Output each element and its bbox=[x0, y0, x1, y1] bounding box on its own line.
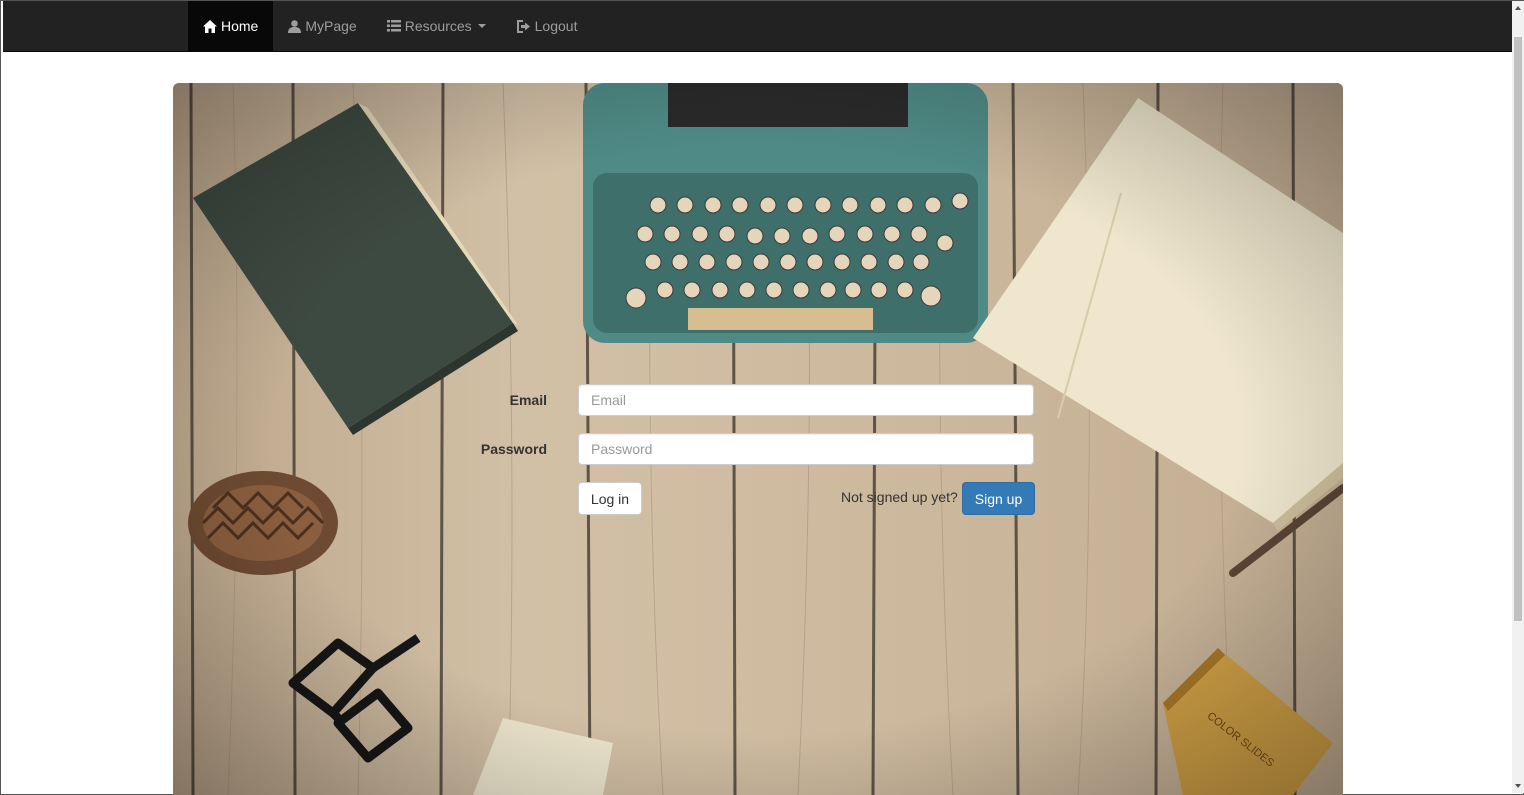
logout-icon bbox=[516, 19, 530, 33]
nav-label-home: Home bbox=[221, 18, 259, 34]
email-field[interactable] bbox=[578, 384, 1034, 416]
scroll-up-arrow-icon[interactable] bbox=[1512, 1, 1524, 15]
nav-item-resources[interactable]: Resources bbox=[372, 1, 501, 51]
scrollbar-thumb[interactable] bbox=[1514, 37, 1522, 621]
home-icon bbox=[203, 19, 217, 33]
nav-label-mypage: MyPage bbox=[305, 18, 357, 34]
chevron-down-icon bbox=[477, 24, 486, 28]
nav-item-logout[interactable]: Logout bbox=[501, 1, 593, 51]
email-label: Email bbox=[509, 392, 547, 408]
top-navbar: Home MyPage Resources Logout bbox=[3, 1, 1512, 52]
password-field[interactable] bbox=[578, 433, 1034, 465]
login-button[interactable]: Log in bbox=[578, 482, 642, 515]
nav-label-logout: Logout bbox=[534, 18, 578, 34]
password-label: Password bbox=[480, 441, 547, 457]
list-icon bbox=[386, 20, 401, 32]
nav-label-resources: Resources bbox=[404, 18, 472, 34]
nav-list: Home MyPage Resources Logout bbox=[188, 1, 592, 51]
signup-prompt: Not signed up yet? bbox=[841, 489, 958, 505]
nav-item-mypage[interactable]: MyPage bbox=[273, 1, 371, 51]
page-scrollbar[interactable] bbox=[1512, 1, 1524, 793]
user-icon bbox=[288, 19, 302, 33]
nav-item-home[interactable]: Home bbox=[188, 1, 274, 51]
signup-button[interactable]: Sign up bbox=[962, 482, 1035, 515]
scroll-down-arrow-icon[interactable] bbox=[1512, 779, 1524, 793]
